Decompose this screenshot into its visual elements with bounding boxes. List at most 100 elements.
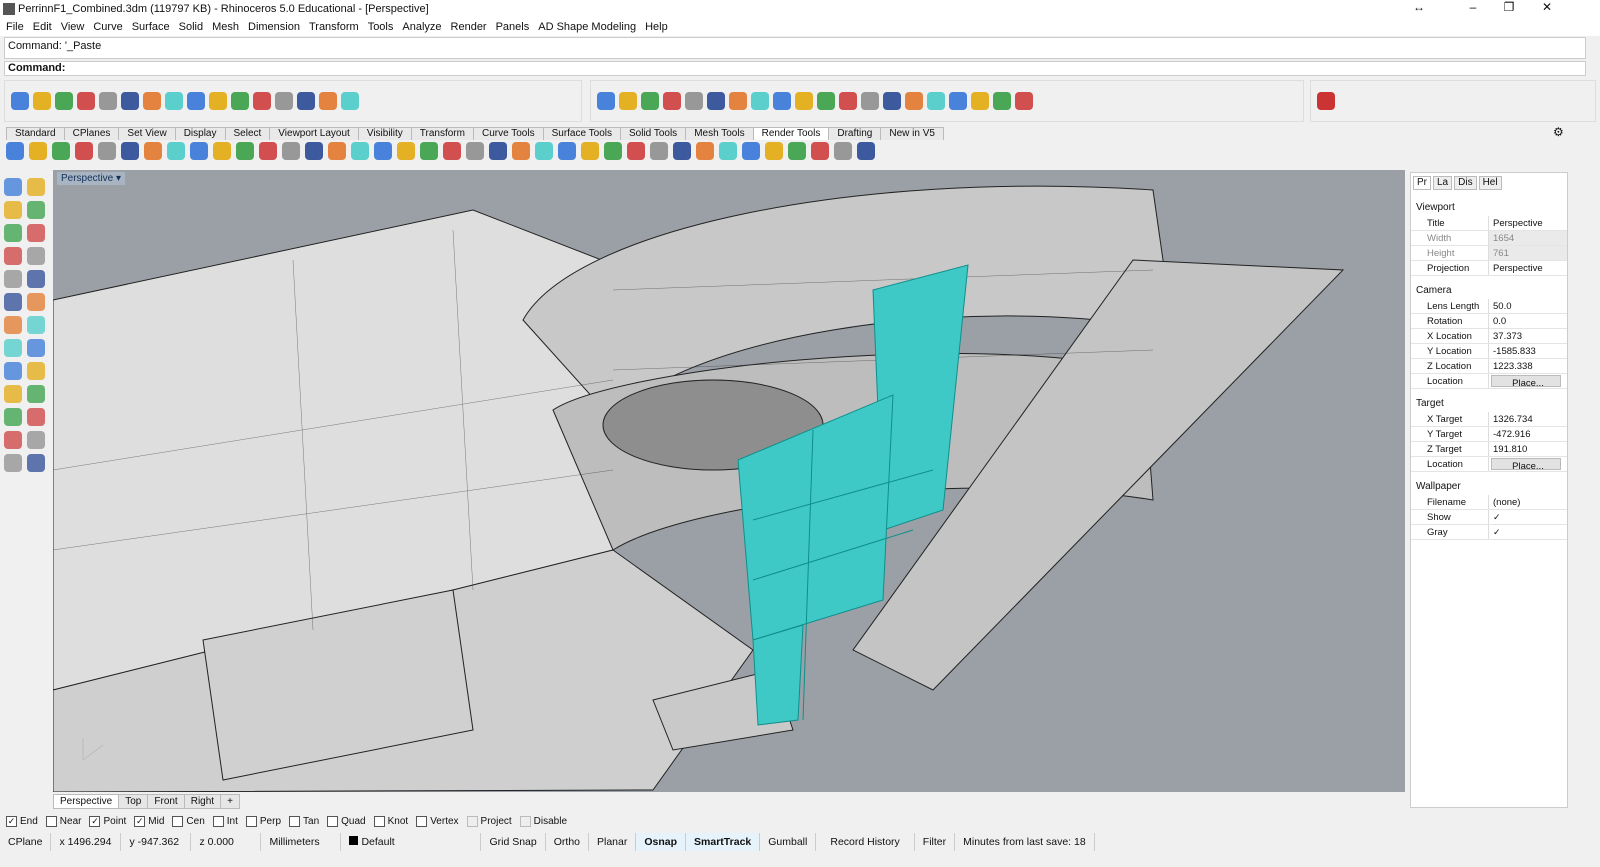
panel-tab-la[interactable]: La: [1433, 176, 1453, 190]
left-tool-icon-20[interactable]: [27, 385, 45, 403]
left-tool-icon-1[interactable]: [4, 178, 22, 196]
osnap-checkbox[interactable]: [416, 816, 428, 827]
menu-curve[interactable]: Curve: [93, 21, 122, 33]
standard-tool-icon-14[interactable]: [297, 92, 315, 110]
render-tool-icon-25[interactable]: [558, 142, 576, 160]
panel-tab-pr[interactable]: Pr: [1413, 176, 1431, 190]
render-tool-icon-23[interactable]: [512, 142, 530, 160]
left-tool-icon-21[interactable]: [4, 408, 22, 426]
osnap-vertex[interactable]: Vertex: [416, 816, 459, 827]
property-value[interactable]: Perspective: [1489, 261, 1567, 275]
tab-set-view[interactable]: Set View: [118, 127, 176, 140]
left-tool-icon-7[interactable]: [4, 247, 22, 265]
render-tool-icon-26[interactable]: [581, 142, 599, 160]
tab-drafting[interactable]: Drafting: [828, 127, 882, 140]
standard-tool-icon-9[interactable]: [187, 92, 205, 110]
ortho-toggle[interactable]: Ortho: [546, 833, 589, 851]
menu-edit[interactable]: Edit: [33, 21, 52, 33]
html-export-icon[interactable]: [1317, 92, 1335, 110]
menu-analyze[interactable]: Analyze: [402, 21, 441, 33]
smarttrack-toggle[interactable]: SmartTrack: [686, 833, 761, 851]
standard-tool-icon-16[interactable]: [341, 92, 359, 110]
osnap-quad[interactable]: Quad: [327, 816, 366, 827]
standard-tool-icon-12[interactable]: [253, 92, 271, 110]
tab-solid-tools[interactable]: Solid Tools: [620, 127, 687, 140]
standard-tool-icon-8[interactable]: [165, 92, 183, 110]
render-tool-icon-1[interactable]: [6, 142, 24, 160]
standard-right-tool-icon-8[interactable]: [751, 92, 769, 110]
osnap-checkbox[interactable]: [466, 816, 478, 827]
render-tool-icon-33[interactable]: [742, 142, 760, 160]
tab-select[interactable]: Select: [224, 127, 271, 140]
left-tool-icon-13[interactable]: [4, 316, 22, 334]
standard-right-tool-icon-16[interactable]: [927, 92, 945, 110]
panel-tab-hel[interactable]: Hel: [1478, 176, 1502, 190]
standard-tool-icon-7[interactable]: [143, 92, 161, 110]
property-value[interactable]: 191.810: [1489, 442, 1567, 456]
standard-right-tool-icon-18[interactable]: [971, 92, 989, 110]
tab-render-tools[interactable]: Render Tools: [752, 127, 830, 140]
render-tool-icon-2[interactable]: [29, 142, 47, 160]
osnap-near[interactable]: Near: [45, 816, 81, 827]
property-value[interactable]: 1326.734: [1489, 412, 1567, 426]
render-tool-icon-9[interactable]: [190, 142, 208, 160]
property-checkbox[interactable]: ✓: [1489, 525, 1567, 539]
osnap-checkbox[interactable]: ✓: [6, 816, 17, 827]
render-tool-icon-35[interactable]: [788, 142, 806, 160]
left-tool-icon-15[interactable]: [4, 339, 22, 357]
render-tool-icon-28[interactable]: [627, 142, 645, 160]
menu-ad-shape-modeling[interactable]: AD Shape Modeling: [538, 21, 636, 33]
render-tool-icon-12[interactable]: [259, 142, 277, 160]
render-tool-icon-18[interactable]: [397, 142, 415, 160]
osnap-checkbox[interactable]: [327, 816, 339, 827]
standard-tool-icon-10[interactable]: [209, 92, 227, 110]
render-tool-icon-7[interactable]: [144, 142, 162, 160]
menu-surface[interactable]: Surface: [132, 21, 170, 33]
resize-icon[interactable]: ↔: [1396, 0, 1442, 18]
standard-tool-icon-4[interactable]: [77, 92, 95, 110]
menu-help[interactable]: Help: [645, 21, 668, 33]
left-tool-icon-2[interactable]: [27, 178, 45, 196]
standard-right-tool-icon-13[interactable]: [861, 92, 879, 110]
osnap-checkbox[interactable]: [289, 816, 301, 827]
left-tool-icon-9[interactable]: [4, 270, 22, 288]
standard-right-tool-icon-10[interactable]: [795, 92, 813, 110]
osnap-checkbox[interactable]: [172, 816, 184, 827]
standard-right-tool-icon-7[interactable]: [729, 92, 747, 110]
render-tool-icon-16[interactable]: [351, 142, 369, 160]
record-history-toggle[interactable]: Record History: [816, 833, 915, 851]
menu-solid[interactable]: Solid: [179, 21, 203, 33]
standard-tool-icon-13[interactable]: [275, 92, 293, 110]
left-tool-icon-18[interactable]: [27, 362, 45, 380]
left-tool-icon-26[interactable]: [27, 454, 45, 472]
tab-surface-tools[interactable]: Surface Tools: [542, 127, 621, 140]
viewport-tab-front[interactable]: Front: [147, 794, 185, 809]
filter-button[interactable]: Filter: [915, 833, 956, 851]
property-value[interactable]: -472.916: [1489, 427, 1567, 441]
property-value[interactable]: (none): [1489, 495, 1567, 509]
render-tool-icon-31[interactable]: [696, 142, 714, 160]
render-tool-icon-17[interactable]: [374, 142, 392, 160]
standard-right-tool-icon-14[interactable]: [883, 92, 901, 110]
left-tool-icon-5[interactable]: [4, 224, 22, 242]
add-viewport-tab[interactable]: +: [220, 794, 240, 809]
gumball-toggle[interactable]: Gumball: [760, 833, 817, 851]
menu-view[interactable]: View: [61, 21, 85, 33]
render-tool-icon-6[interactable]: [121, 142, 139, 160]
standard-right-tool-icon-17[interactable]: [949, 92, 967, 110]
standard-right-tool-icon-11[interactable]: [817, 92, 835, 110]
menu-transform[interactable]: Transform: [309, 21, 359, 33]
render-tool-icon-29[interactable]: [650, 142, 668, 160]
standard-right-tool-icon-6[interactable]: [707, 92, 725, 110]
standard-right-tool-icon-20[interactable]: [1015, 92, 1033, 110]
property-checkbox[interactable]: ✓: [1489, 510, 1567, 524]
tab-transform[interactable]: Transform: [410, 127, 474, 140]
place-button[interactable]: Place...: [1491, 458, 1561, 472]
osnap-checkbox[interactable]: ✓: [134, 816, 146, 827]
standard-right-tool-icon-3[interactable]: [641, 92, 659, 110]
perspective-viewport[interactable]: Perspective ▾: [53, 170, 1405, 792]
property-value[interactable]: -1585.833: [1489, 344, 1567, 358]
standard-tool-icon-3[interactable]: [55, 92, 73, 110]
close-button[interactable]: ✕: [1524, 0, 1570, 18]
viewport-tab-top[interactable]: Top: [118, 794, 149, 809]
